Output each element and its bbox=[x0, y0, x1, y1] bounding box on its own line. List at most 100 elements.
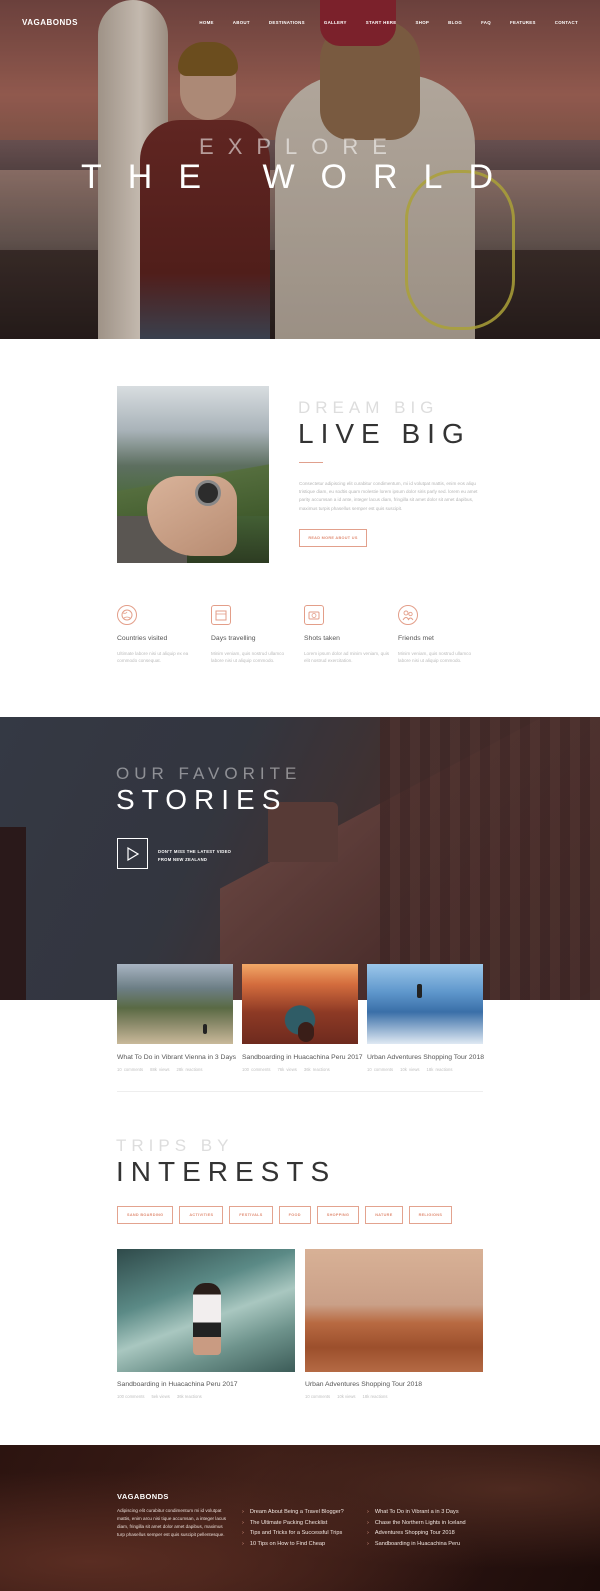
about-subtitle: DREAM BIG bbox=[298, 398, 439, 417]
nav-item-faq[interactable]: FAQ bbox=[481, 20, 491, 25]
interest-filters: SAND BOARDING ACTIVITIES FESTIVALS FOOD … bbox=[117, 1206, 453, 1224]
views-count: 76k views bbox=[277, 1067, 297, 1072]
video-caption-line1: DON'T MISS THE LATEST VIDEO bbox=[158, 849, 232, 854]
top-navigation: VAGABONDS HOME ABOUT DESTINATIONS GALLER… bbox=[0, 0, 600, 46]
trip-card[interactable]: Sandboarding in Huacachina Peru 2017 100… bbox=[117, 1249, 295, 1399]
stat-title: Shots taken bbox=[304, 635, 340, 642]
stories-title: STORIES bbox=[116, 784, 288, 815]
footer-link[interactable]: Adventures Shopping Tour 2018 bbox=[367, 1528, 466, 1539]
site-logo[interactable]: VAGABONDS bbox=[22, 18, 78, 27]
trip-card-image[interactable] bbox=[305, 1249, 483, 1372]
story-card-image[interactable] bbox=[367, 964, 483, 1044]
stat-title: Days travelling bbox=[211, 635, 256, 642]
reactions-count: 18k reactions bbox=[362, 1394, 388, 1399]
trip-card-title[interactable]: Urban Adventures Shopping Tour 2018 bbox=[305, 1381, 483, 1388]
views-count: 10k views bbox=[337, 1394, 356, 1399]
views-count: 5ek views bbox=[151, 1394, 170, 1399]
stories-overlay bbox=[0, 717, 600, 1000]
section-divider bbox=[117, 1091, 483, 1092]
nav-item-blog[interactable]: BLOG bbox=[448, 20, 462, 25]
footer-link[interactable]: Tips and Tricks for a Successful Trips bbox=[242, 1528, 344, 1539]
footer-links-col2: What To Do in Vibrant a in 3 Days Chase … bbox=[367, 1507, 466, 1549]
comments-count: 100 comments bbox=[242, 1067, 271, 1072]
trip-card-meta: 100 comments 5ek views 36k reactions bbox=[117, 1394, 295, 1399]
nav-menu: HOME ABOUT DESTINATIONS GALLERY START HE… bbox=[199, 20, 578, 25]
story-card-meta: 10 comments 88k views 28k reactions bbox=[117, 1067, 233, 1072]
stat-countries: Countries visited Ultimate labore nisi u… bbox=[117, 605, 203, 665]
story-card-meta: 100 comments 76k views 36k reactions bbox=[242, 1067, 358, 1072]
nav-item-about[interactable]: ABOUT bbox=[233, 20, 250, 25]
views-count: 88k views bbox=[150, 1067, 170, 1072]
stat-title: Countries visited bbox=[117, 635, 168, 642]
about-text: Consectetur adipiscing elit curabitur co… bbox=[299, 481, 478, 511]
read-more-button[interactable]: READ MORE ABOUT US bbox=[299, 529, 367, 547]
comments-count: 100 comments bbox=[117, 1394, 145, 1399]
stat-days: Days travelling Minim veniam, quis nostr… bbox=[211, 605, 297, 665]
stat-text: Minim veniam, quis nostrud ullamco labor… bbox=[211, 651, 285, 664]
filter-food[interactable]: FOOD bbox=[278, 1206, 311, 1224]
latest-video-caption[interactable]: DON'T MISS THE LATEST VIDEO FROM NEW ZEA… bbox=[158, 848, 231, 865]
footer-link[interactable]: Dream About Being a Travel Blogger? bbox=[242, 1507, 344, 1518]
footer-links-col1: Dream About Being a Travel Blogger? The … bbox=[242, 1507, 344, 1549]
trip-card-meta: 10 comments 10k views 18k reactions bbox=[305, 1394, 483, 1399]
globe-icon bbox=[117, 605, 137, 625]
stat-title: Friends met bbox=[398, 635, 434, 642]
nav-item-features[interactable]: FEATURES bbox=[510, 20, 536, 25]
nav-item-home[interactable]: HOME bbox=[199, 20, 213, 25]
story-card[interactable]: Urban Adventures Shopping Tour 2018 10 c… bbox=[367, 964, 484, 1072]
nav-item-destinations[interactable]: DESTINATIONS bbox=[269, 20, 305, 25]
footer-link[interactable]: What To Do in Vibrant a in 3 Days bbox=[367, 1507, 466, 1518]
nav-item-contact[interactable]: CONTACT bbox=[555, 20, 578, 25]
reactions-count: 36k reactions bbox=[176, 1394, 202, 1399]
story-card[interactable]: What To Do in Vibrant Vienna in 3 Days 1… bbox=[117, 964, 236, 1072]
story-card-title[interactable]: What To Do in Vibrant Vienna in 3 Days bbox=[117, 1054, 236, 1061]
filter-nature[interactable]: NATURE bbox=[365, 1206, 403, 1224]
friends-icon bbox=[398, 605, 418, 625]
comments-count: 10 comments bbox=[117, 1067, 144, 1072]
trip-card[interactable]: Urban Adventures Shopping Tour 2018 10 c… bbox=[305, 1249, 483, 1399]
reactions-count: 18k reactions bbox=[426, 1067, 453, 1072]
stat-text: Minim veniam, quis nostrud ullamco labor… bbox=[398, 651, 472, 664]
footer-link[interactable]: The Ultimate Packing Checklist bbox=[242, 1518, 344, 1529]
footer-logo[interactable]: VAGABONDS bbox=[117, 1492, 169, 1501]
play-video-button[interactable] bbox=[117, 838, 148, 869]
video-caption-line2: FROM NEW ZEALAND bbox=[158, 857, 208, 863]
stat-friends: Friends met Minim veniam, quis nostrud u… bbox=[398, 605, 484, 665]
story-card-title[interactable]: Urban Adventures Shopping Tour 2018 bbox=[367, 1054, 484, 1061]
filter-sand-boarding[interactable]: SAND BOARDING bbox=[117, 1206, 174, 1224]
nav-item-start-here[interactable]: START HERE bbox=[366, 20, 397, 25]
hiker-figure bbox=[203, 1024, 207, 1034]
filter-shopping[interactable]: SHOPPING bbox=[316, 1206, 360, 1224]
story-card-image[interactable] bbox=[242, 964, 358, 1044]
filter-religions[interactable]: RELIGIONS bbox=[408, 1206, 453, 1224]
about-divider bbox=[299, 462, 323, 463]
about-title: LIVE BIG bbox=[298, 418, 471, 449]
hero-subtitle: EXPLORE bbox=[199, 134, 401, 159]
stat-text: Lorem ipsum dolor ad minim veniam, quis … bbox=[304, 651, 390, 664]
footer-link[interactable]: Chase the Northern Lights in Iceland bbox=[367, 1518, 466, 1529]
stat-text: Ultimate labore nisi ut aliquip ex ea co… bbox=[117, 651, 189, 664]
filter-festivals[interactable]: FESTIVALS bbox=[229, 1206, 273, 1224]
comments-count: 10 comments bbox=[305, 1394, 331, 1399]
footer-link[interactable]: Sandboarding in Huacachina Peru bbox=[367, 1539, 466, 1550]
trip-card-image[interactable] bbox=[117, 1249, 295, 1372]
compass-icon bbox=[195, 480, 221, 506]
story-card-title[interactable]: Sandboarding in Huacachina Peru 2017 bbox=[242, 1054, 363, 1061]
nav-item-shop[interactable]: SHOP bbox=[416, 20, 430, 25]
footer-link[interactable]: 10 Tips on How to Find Cheap bbox=[242, 1539, 344, 1550]
reactions-count: 36k reactions bbox=[303, 1067, 330, 1072]
trip-card-title[interactable]: Sandboarding in Huacachina Peru 2017 bbox=[117, 1381, 295, 1388]
story-card-image[interactable] bbox=[117, 964, 233, 1044]
views-count: 10k views bbox=[400, 1067, 420, 1072]
nav-item-gallery[interactable]: GALLERY bbox=[324, 20, 347, 25]
story-card[interactable]: Sandboarding in Huacachina Peru 2017 100… bbox=[242, 964, 363, 1072]
stat-shots: Shots taken Lorem ipsum dolor ad minim v… bbox=[304, 605, 390, 665]
reactions-count: 28k reactions bbox=[176, 1067, 203, 1072]
trips-subtitle: TRIPS BY bbox=[116, 1136, 234, 1155]
explorer-figure bbox=[417, 984, 422, 998]
filter-activities[interactable]: ACTIVITIES bbox=[179, 1206, 224, 1224]
trips-title: INTERESTS bbox=[116, 1156, 337, 1187]
hero-banner: VAGABONDS HOME ABOUT DESTINATIONS GALLER… bbox=[0, 0, 600, 339]
stories-subtitle: OUR FAVORITE bbox=[116, 764, 302, 783]
story-card-meta: 10 comments 10k views 18k reactions bbox=[367, 1067, 483, 1072]
